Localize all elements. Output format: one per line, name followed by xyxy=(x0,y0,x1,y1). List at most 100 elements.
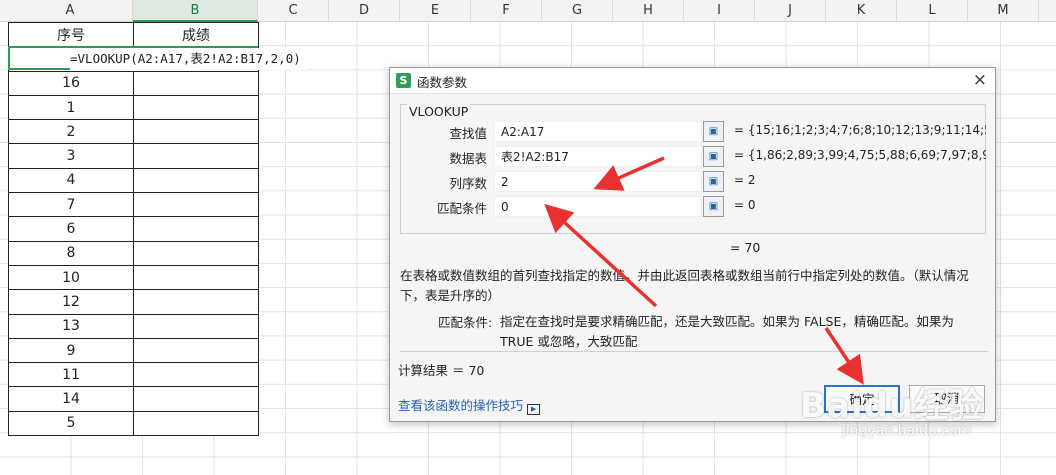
score-cell[interactable] xyxy=(133,362,259,388)
column-header-h[interactable]: H xyxy=(613,0,684,22)
seq-cell[interactable]: 12 xyxy=(8,289,134,315)
score-cell[interactable] xyxy=(133,167,259,194)
seq-cell[interactable]: 16 xyxy=(8,70,134,96)
function-result: = 70 xyxy=(730,240,761,255)
column-header-a[interactable]: A xyxy=(8,0,133,22)
param-help-text: 指定在查找时是要求精确匹配，还是大致匹配。如果为 FALSE，精确匹配。如果为 … xyxy=(500,314,954,349)
score-cell[interactable] xyxy=(133,313,259,339)
dialog-title-bar[interactable]: S 函数参数 × xyxy=(390,68,995,94)
column-header-f[interactable]: F xyxy=(471,0,542,22)
seq-cell[interactable]: 13 xyxy=(8,313,134,339)
range-select-icon[interactable]: ▣ xyxy=(703,196,724,217)
score-cell[interactable] xyxy=(133,192,259,218)
score-cell[interactable] xyxy=(133,289,259,315)
seq-cell[interactable]: 7 xyxy=(8,192,134,218)
table-row: 9 xyxy=(8,337,259,364)
arguments-group: VLOOKUP 查找值 A2:A17 ▣ = {15;16;1;2;3;4;7;6;8… xyxy=(400,104,986,234)
score-cell[interactable] xyxy=(133,143,259,169)
seq-cell[interactable]: 14 xyxy=(8,386,134,412)
function-arguments-dialog: S 函数参数 × VLOOKUP 查找值 A2:A17 ▣ = {15;16;1;2;… xyxy=(389,67,996,422)
table-row: 8 xyxy=(8,240,259,266)
function-tips-link[interactable]: 查看该函数的操作技巧 ▶ xyxy=(398,395,541,415)
score-cell[interactable] xyxy=(133,240,259,266)
calc-result: 计算结果 ＝ 70 xyxy=(398,363,485,378)
table-row: 10 xyxy=(8,264,259,291)
header-seq[interactable]: 序号 xyxy=(8,21,134,48)
arg-label: 查找值 xyxy=(449,126,487,141)
seq-cell[interactable]: 2 xyxy=(8,119,134,145)
close-icon[interactable]: × xyxy=(973,70,987,90)
table-row: 6 xyxy=(8,216,259,242)
seq-cell[interactable]: 8 xyxy=(8,240,134,266)
score-cell[interactable] xyxy=(133,119,259,145)
arg-result: = 0 xyxy=(734,198,756,212)
header-score[interactable]: 成绩 xyxy=(133,21,259,48)
ok-button[interactable]: 确定 xyxy=(824,385,900,413)
score-cell[interactable] xyxy=(133,216,259,242)
score-cell[interactable] xyxy=(133,410,259,437)
column-header-g[interactable]: G xyxy=(542,0,613,22)
column-header-e[interactable]: E xyxy=(400,0,471,22)
arg-row: 查找值 A2:A17 ▣ = {15;16;1;2;3;4;7;6;8;10;12;1… xyxy=(401,121,987,143)
arg-row: 匹配条件 0 ▣ = 0 xyxy=(401,196,987,218)
arg-input[interactable]: 2 xyxy=(494,171,702,192)
seq-cell[interactable]: 3 xyxy=(8,143,134,169)
column-header-j[interactable]: J xyxy=(755,0,826,22)
range-select-icon[interactable]: ▣ xyxy=(703,121,724,142)
score-cell[interactable] xyxy=(133,337,259,364)
wps-logo-icon: S xyxy=(396,73,411,88)
seq-cell[interactable]: 9 xyxy=(8,337,134,364)
table-row: 13 xyxy=(8,313,259,339)
arg-row: 数据表 表2!A2:B17 ▣ = {1,86;2,89;3,99;4,75;5,88… xyxy=(401,146,987,168)
seq-cell[interactable]: 5 xyxy=(8,410,134,437)
table-row: 14 xyxy=(8,386,259,412)
table-row: 3 xyxy=(8,143,259,169)
cancel-button[interactable]: 取消 xyxy=(909,385,985,413)
table-row: 7 xyxy=(8,192,259,218)
arg-result: = {1,86;2,89;3,99;4,75;5,88;6,69;7,97;8,… xyxy=(734,148,986,162)
arg-result: = {15;16;1;2;3;4;7;6;8;10;12;13;9;11;14;… xyxy=(734,123,986,137)
arg-label: 列序数 xyxy=(449,176,487,191)
column-header-k[interactable]: K xyxy=(826,0,897,22)
seq-cell[interactable]: 4 xyxy=(8,167,134,194)
arg-result: = 2 xyxy=(734,173,756,187)
column-header-b[interactable]: B xyxy=(133,0,258,22)
column-header-l[interactable]: L xyxy=(897,0,968,22)
arg-input[interactable]: 表2!A2:B17 xyxy=(494,146,702,167)
divider xyxy=(400,351,988,352)
score-cell[interactable] xyxy=(133,386,259,412)
table-row: 12 xyxy=(8,289,259,315)
param-help-label: 匹配条件: xyxy=(438,315,493,330)
seq-cell[interactable]: 11 xyxy=(8,362,134,388)
dialog-title: 函数参数 xyxy=(417,75,468,90)
column-header-d[interactable]: D xyxy=(329,0,400,22)
arg-input[interactable]: 0 xyxy=(494,196,702,217)
seq-cell[interactable]: 6 xyxy=(8,216,134,242)
data-table: 序号 成绩 16 1 2 3 4 7 6 8 10 12 13 9 11 14 5 xyxy=(8,21,259,437)
column-header-row: ABCDEFGHIJKLM xyxy=(0,0,1056,22)
column-header-i[interactable]: I xyxy=(684,0,755,22)
function-name: VLOOKUP xyxy=(407,104,471,119)
table-row: 5 xyxy=(8,410,259,437)
column-header-c[interactable]: C xyxy=(258,0,329,22)
column-header-m[interactable]: M xyxy=(968,0,1039,22)
seq-cell[interactable]: 10 xyxy=(8,264,134,291)
score-cell[interactable] xyxy=(133,264,259,291)
table-row: 11 xyxy=(8,362,259,388)
range-select-icon[interactable]: ▣ xyxy=(703,146,724,167)
table-row: 2 xyxy=(8,119,259,145)
seq-cell[interactable]: 1 xyxy=(8,94,134,121)
arg-label: 数据表 xyxy=(449,151,487,166)
tips-link-label: 查看该函数的操作技巧 xyxy=(398,398,524,413)
range-select-icon[interactable]: ▣ xyxy=(703,171,724,192)
arg-input[interactable]: A2:A17 xyxy=(494,121,702,142)
score-cell[interactable] xyxy=(133,70,259,96)
video-icon: ▶ xyxy=(527,404,541,415)
arg-row: 列序数 2 ▣ = 2 xyxy=(401,171,987,193)
score-cell[interactable] xyxy=(133,94,259,121)
table-row: 4 xyxy=(8,167,259,194)
table-row: 1 xyxy=(8,94,259,121)
function-description: 在表格或数值数组的首列查找指定的数值，并由此返回表格或数组当前行中指定列处的数值… xyxy=(400,268,969,303)
table-row: 16 xyxy=(8,70,259,96)
formula-text[interactable]: =VLOOKUP(A2:A17,表2!A2:B17,2,0) xyxy=(70,48,307,70)
